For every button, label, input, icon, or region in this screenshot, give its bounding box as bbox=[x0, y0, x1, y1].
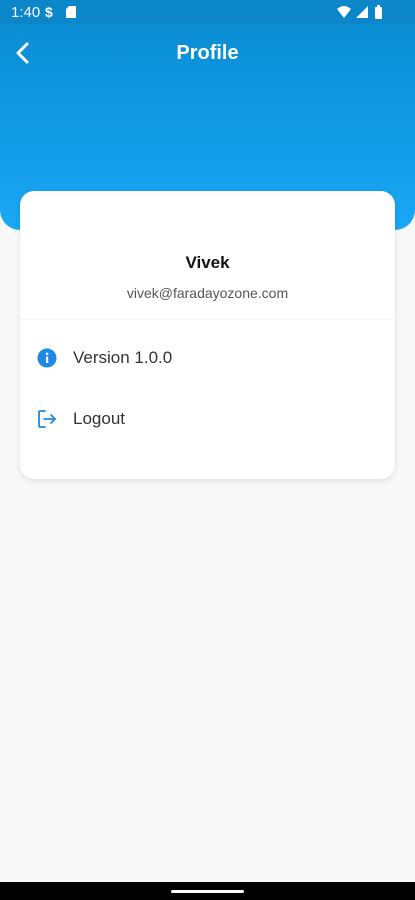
version-row: Version 1.0.0 bbox=[20, 334, 395, 382]
status-time: 1:40 bbox=[11, 4, 41, 21]
signal-icon bbox=[356, 6, 368, 18]
navigation-bar bbox=[0, 882, 415, 900]
version-label: Version 1.0.0 bbox=[73, 348, 173, 367]
profile-screen: 1:40 $ Profile Vivek vivek@faradayozone.… bbox=[0, 0, 415, 900]
home-handle[interactable] bbox=[171, 890, 244, 893]
page-title: Profile bbox=[176, 42, 239, 64]
info-icon bbox=[37, 348, 57, 368]
status-right-icons bbox=[337, 5, 382, 19]
status-bar: 1:40 $ bbox=[0, 0, 415, 25]
sd-card-icon bbox=[66, 6, 76, 18]
user-email: vivek@faradayozone.com bbox=[126, 285, 289, 301]
battery-icon bbox=[375, 5, 382, 19]
user-name: Vivek bbox=[185, 253, 230, 272]
logout-label: Logout bbox=[73, 409, 125, 428]
logout-icon bbox=[38, 410, 56, 428]
s-icon: $ bbox=[45, 4, 53, 20]
logout-button[interactable]: Logout bbox=[20, 395, 395, 443]
profile-card: Vivek vivek@faradayozone.com Version 1.0… bbox=[20, 191, 395, 479]
divider bbox=[20, 319, 395, 320]
wifi-icon bbox=[337, 6, 351, 18]
